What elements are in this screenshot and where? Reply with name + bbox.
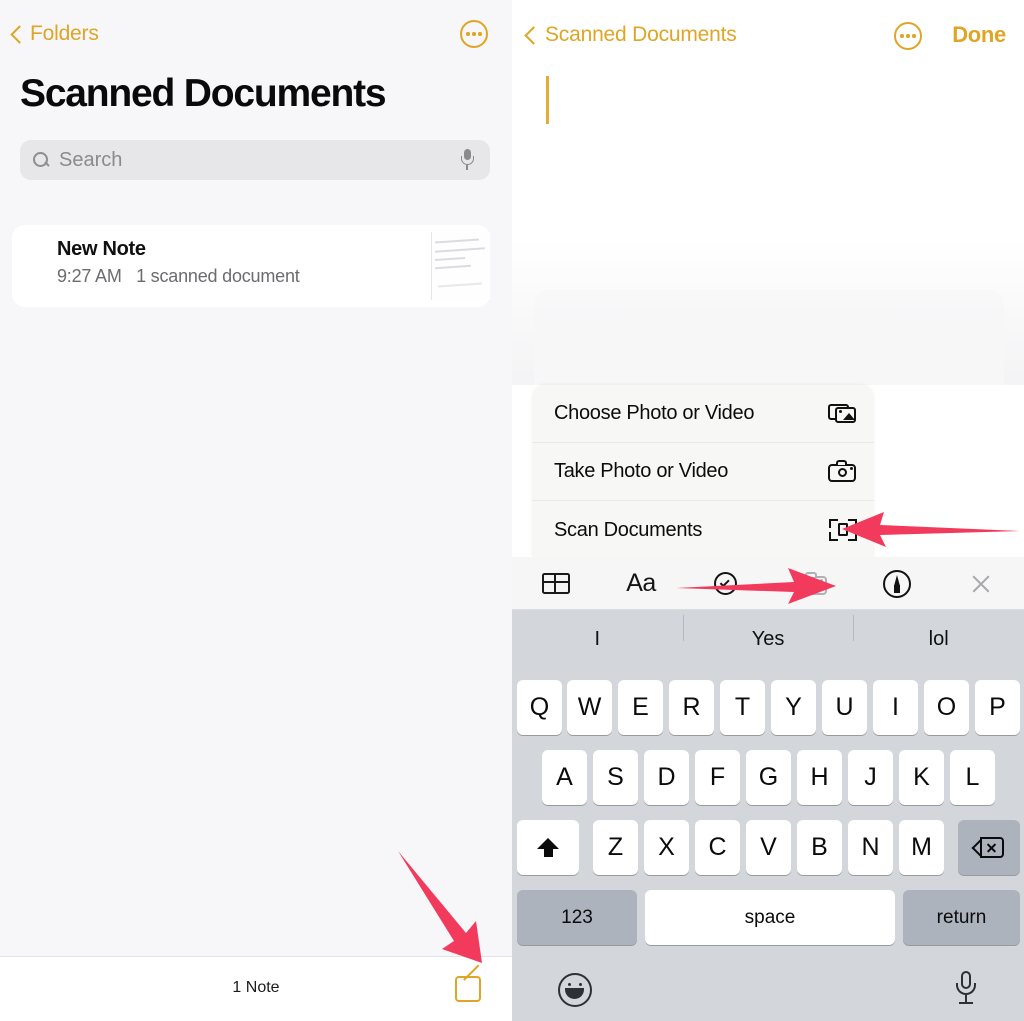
return-key[interactable]: return xyxy=(903,890,1020,945)
key-w[interactable]: W xyxy=(567,680,612,735)
back-to-scanned-documents-button[interactable]: Scanned Documents xyxy=(526,23,737,47)
scan-documents-icon xyxy=(828,517,858,543)
backspace-icon[interactable] xyxy=(958,820,1020,875)
camera-icon[interactable] xyxy=(784,563,838,603)
dot xyxy=(472,32,476,36)
space-key[interactable]: space xyxy=(645,890,895,945)
back-button-label: Folders xyxy=(30,22,99,45)
predictive-text-bar: I Yes lol xyxy=(512,610,1024,668)
back-button-label: Scanned Documents xyxy=(545,23,737,46)
key-o[interactable]: O xyxy=(924,680,969,735)
menu-item-label: Scan Documents xyxy=(554,518,703,541)
dimming-veil xyxy=(512,240,1024,385)
dimmed-card-behind-sheet xyxy=(534,290,1004,385)
note-time: 9:27 AM xyxy=(57,266,122,286)
numbers-key[interactable]: 123 xyxy=(517,890,637,945)
key-k[interactable]: K xyxy=(899,750,944,805)
done-button[interactable]: Done xyxy=(952,22,1006,48)
page-title: Scanned Documents xyxy=(20,72,387,115)
scanned-page-thumbnail xyxy=(428,229,490,303)
left-nav-bar: Folders xyxy=(0,0,512,62)
text-format-label: Aa xyxy=(626,569,656,597)
key-c[interactable]: C xyxy=(695,820,740,875)
key-h[interactable]: H xyxy=(797,750,842,805)
menu-item-label: Choose Photo or Video xyxy=(554,402,755,424)
key-t[interactable]: T xyxy=(720,680,765,735)
search-input[interactable]: Search xyxy=(20,140,490,180)
ellipsis-circle-icon[interactable] xyxy=(894,22,922,50)
close-icon[interactable] xyxy=(954,563,1008,603)
key-i[interactable]: I xyxy=(873,680,918,735)
menu-item-take-photo-or-video[interactable]: Take Photo or Video xyxy=(532,443,874,501)
table-icon[interactable] xyxy=(528,563,582,603)
microphone-icon[interactable] xyxy=(956,971,976,1007)
notes-list-pane: Folders Scanned Documents Search New Not… xyxy=(0,0,512,1021)
ellipsis-circle-icon[interactable] xyxy=(460,20,488,48)
menu-item-label: Take Photo or Video xyxy=(554,460,729,482)
key-x[interactable]: X xyxy=(644,820,689,875)
camera-icon xyxy=(828,459,858,485)
shift-icon[interactable] xyxy=(517,820,579,875)
note-title: New Note xyxy=(57,238,146,260)
key-z[interactable]: Z xyxy=(593,820,638,875)
dot xyxy=(900,34,904,38)
dot xyxy=(478,32,482,36)
search-icon xyxy=(32,151,50,169)
note-detail: 1 scanned document xyxy=(136,266,300,286)
checklist-icon[interactable] xyxy=(698,563,752,603)
key-f[interactable]: F xyxy=(695,750,740,805)
back-to-folders-button[interactable]: Folders xyxy=(12,22,99,46)
key-e[interactable]: E xyxy=(618,680,663,735)
prediction-2[interactable]: Yes xyxy=(682,614,854,651)
key-r[interactable]: R xyxy=(669,680,714,735)
key-d[interactable]: D xyxy=(644,750,689,805)
photo-library-icon xyxy=(828,401,858,427)
screenshot-root: Folders Scanned Documents Search New Not… xyxy=(0,0,1024,1021)
right-nav-bar: Scanned Documents Done xyxy=(512,0,1024,62)
note-subtitle: 9:27 AM 1 scanned document xyxy=(57,266,300,287)
menu-item-scan-documents[interactable]: Scan Documents xyxy=(532,501,874,559)
keyboard-bottom-bar xyxy=(512,960,1024,1021)
key-n[interactable]: N xyxy=(848,820,893,875)
key-g[interactable]: G xyxy=(746,750,791,805)
markup-pen-icon[interactable] xyxy=(869,563,923,603)
key-a[interactable]: A xyxy=(542,750,587,805)
chevron-left-icon xyxy=(526,26,537,45)
menu-item-choose-photo-or-video[interactable]: Choose Photo or Video xyxy=(532,385,874,443)
microphone-icon[interactable] xyxy=(460,149,474,171)
compose-note-icon[interactable] xyxy=(455,964,486,1004)
note-editor-pane: Scanned Documents Done Choose Photo or V… xyxy=(512,0,1024,1021)
key-b[interactable]: B xyxy=(797,820,842,875)
key-s[interactable]: S xyxy=(593,750,638,805)
text-cursor xyxy=(546,76,549,124)
key-q[interactable]: Q xyxy=(517,680,562,735)
key-j[interactable]: J xyxy=(848,750,893,805)
left-bottom-bar: 1 Note xyxy=(0,956,512,1021)
emoji-smiley-icon[interactable] xyxy=(558,973,592,1007)
note-format-toolbar: Aa xyxy=(512,557,1024,610)
key-u[interactable]: U xyxy=(822,680,867,735)
list-item[interactable]: New Note 9:27 AM 1 scanned document xyxy=(12,225,490,307)
dot xyxy=(906,34,910,38)
key-l[interactable]: L xyxy=(950,750,995,805)
dot xyxy=(466,32,470,36)
text-format-icon[interactable]: Aa xyxy=(613,563,667,603)
chevron-left-icon xyxy=(12,25,23,44)
key-v[interactable]: V xyxy=(746,820,791,875)
dot xyxy=(912,34,916,38)
prediction-1[interactable]: I xyxy=(512,628,683,651)
key-p[interactable]: P xyxy=(975,680,1020,735)
search-placeholder: Search xyxy=(59,148,123,171)
key-y[interactable]: Y xyxy=(771,680,816,735)
key-m[interactable]: M xyxy=(899,820,944,875)
prediction-3[interactable]: lol xyxy=(853,614,1024,651)
attachment-action-sheet: Choose Photo or Video Take Photo or Vide… xyxy=(532,385,874,559)
note-count-label: 1 Note xyxy=(232,979,280,996)
